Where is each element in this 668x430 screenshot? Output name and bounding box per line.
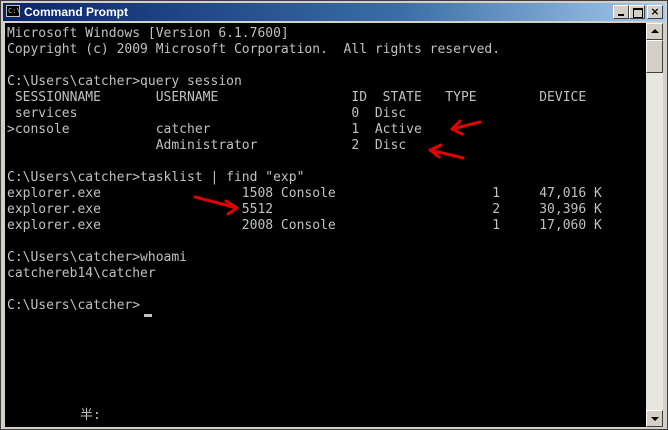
console-line: C:\Users\catcher>whoami [7,250,188,265]
window-title: Command Prompt [24,5,129,19]
title-bar[interactable]: C:\ Command Prompt × [3,3,665,21]
minimize-button[interactable] [613,5,629,19]
console-line: C:\Users\catcher>tasklist | find "exp" [7,170,305,185]
console-prompt: C:\Users\catcher> [7,298,141,313]
console-line: services 0 Disc [7,106,407,121]
close-icon: × [650,5,660,18]
console-line: >console catcher 1 Active [7,122,422,137]
text-cursor [144,314,152,317]
console-line: C:\Users\catcher>query session [7,74,242,89]
console-line: explorer.exe 2008 Console 1 17,060 K [7,218,602,233]
scrollbar-thumb[interactable] [646,40,663,73]
maximize-icon [633,8,643,18]
console-line: Microsoft Windows [Version 6.1.7600] [7,26,289,41]
arrow-down-icon [651,417,659,421]
console-line: explorer.exe 1508 Console 1 47,016 K [7,186,602,201]
command-prompt-window: C:\ Command Prompt × Microsoft Windows [… [0,0,668,430]
ime-indicator: 半: [80,408,101,423]
command-prompt-icon[interactable]: C:\ [6,5,21,17]
console-line: Administrator 2 Disc [7,138,407,153]
console-output[interactable]: Microsoft Windows [Version 6.1.7600] Cop… [5,23,646,427]
minimize-icon [618,14,624,16]
close-button[interactable]: × [647,5,663,19]
vertical-scrollbar[interactable] [646,23,663,427]
maximize-button[interactable] [629,5,645,19]
console-line: catchereb14\catcher [7,266,156,281]
console-line: SESSIONNAME USERNAME ID STATE TYPE DEVIC… [7,90,587,105]
arrow-up-icon [651,29,659,33]
scroll-down-button[interactable] [646,410,663,427]
scroll-up-button[interactable] [646,23,663,40]
app-icon-glyph: C:\ [8,7,21,15]
console-line: explorer.exe 5512 2 30,396 K [7,202,602,217]
console-line: Copyright (c) 2009 Microsoft Corporation… [7,42,501,57]
